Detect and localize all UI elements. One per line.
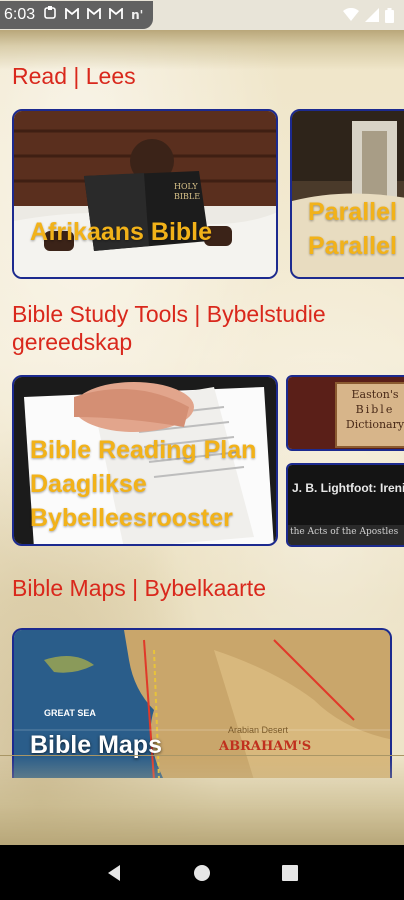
- back-icon: [108, 864, 120, 881]
- recents-button[interactable]: [270, 853, 310, 893]
- lightfoot-line2: the Acts of the Apostles: [290, 527, 399, 537]
- afrikaans-bible-label: Afrikaans Bible: [30, 218, 213, 246]
- reading-plan-label: Bible Reading Plan Daaglikse Bybelleesro…: [30, 436, 257, 532]
- parallel-label-line2: Parallel: [308, 232, 397, 260]
- home-button[interactable]: [182, 853, 222, 893]
- section-title-study: Bible Study Tools | Bybelstudie gereedsk…: [12, 301, 326, 355]
- section-title-read: Read | Lees: [12, 63, 136, 89]
- parallel-label-line1: Parallel: [308, 198, 397, 226]
- status-bar: 6:03 n': [0, 0, 404, 30]
- back-button[interactable]: [94, 853, 134, 893]
- navigation-bar: [0, 845, 404, 900]
- notification-icon: [43, 6, 57, 24]
- status-right: [343, 7, 394, 23]
- wifi-icon: [343, 8, 359, 22]
- map-label-abraham: ABRAHAM'S: [219, 739, 312, 754]
- signal-icon: [365, 8, 379, 22]
- section-title-maps: Bible Maps | Bybelkaarte: [12, 575, 266, 601]
- afrikaans-bible-card[interactable]: HOLY BIBLE Afrikaans Bible: [12, 109, 278, 279]
- lightfoot-line1: J. B. Lightfoot: Irenic: [292, 481, 404, 495]
- eastons-line2: Bible: [355, 403, 395, 416]
- eastons-dictionary-card[interactable]: Easton's Bible Dictionary: [286, 375, 404, 451]
- eastons-line3: Dictionary: [345, 418, 404, 431]
- recents-icon: [282, 864, 298, 881]
- svg-text:BIBLE: BIBLE: [174, 192, 200, 201]
- svg-text:HOLY: HOLY: [174, 182, 198, 191]
- status-left: 6:03 n': [0, 1, 154, 29]
- eastons-line1: Easton's: [351, 388, 399, 401]
- afrikaans-bible-image: HOLY BIBLE: [14, 111, 276, 277]
- map-label-great-sea: GREAT SEA: [44, 708, 96, 718]
- reading-plan-card[interactable]: Bible Reading Plan Daaglikse Bybelleesro…: [12, 375, 278, 546]
- network-label: n': [131, 8, 144, 22]
- gmail-icon: [87, 6, 102, 24]
- map-label-arabian: Arabian Desert: [228, 725, 289, 735]
- gmail-icon: [65, 6, 80, 24]
- home-screen: Read | Lees HOLY BIBLE Afrikaans Bible P…: [0, 30, 404, 845]
- parallel-bible-card[interactable]: Parallel Parallel: [290, 109, 404, 279]
- lightfoot-card[interactable]: J. B. Lightfoot: Irenic the Acts of the …: [286, 463, 404, 547]
- parchment-edge-bottom: [0, 755, 404, 845]
- battery-icon: [385, 7, 394, 23]
- status-time: 6:03: [4, 6, 36, 23]
- eastons-title: Easton's Bible Dictionary: [342, 387, 404, 432]
- home-icon: [194, 864, 210, 881]
- gmail-icon: [109, 6, 124, 24]
